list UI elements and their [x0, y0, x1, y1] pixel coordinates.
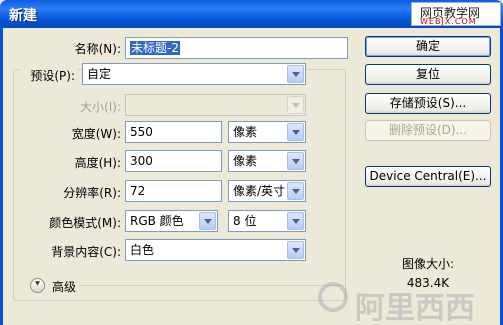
- watermark-logo-text: 阿里西西: [355, 291, 475, 325]
- width-value: 550: [130, 125, 153, 139]
- chevron-down-icon: [287, 96, 304, 114]
- chevron-down-icon: [287, 212, 304, 230]
- resolution-label: 分辨率(R):: [63, 186, 121, 200]
- preset-select[interactable]: 自定: [82, 63, 306, 85]
- bit-depth-select[interactable]: 8 位: [228, 210, 306, 232]
- color-mode-label: 颜色模式(M):: [49, 216, 121, 230]
- device-central-button[interactable]: Device Central(E)...: [365, 166, 491, 187]
- chevron-down-icon: [287, 65, 304, 83]
- name-input[interactable]: 未标题-2: [125, 37, 348, 59]
- title-bar: 新建 网页教学网 WEBJX.COM: [0, 0, 503, 28]
- advanced-divider: [80, 285, 345, 286]
- chevron-down-icon: [199, 212, 216, 230]
- advanced-toggle[interactable]: 高级: [52, 278, 76, 295]
- background-value: 白色: [130, 243, 155, 257]
- ok-button[interactable]: 确定: [365, 36, 491, 57]
- background-label: 背景内容(C):: [51, 245, 121, 259]
- preset-value: 自定: [87, 67, 112, 81]
- name-value: 未标题-2: [130, 41, 180, 55]
- chevron-double-down-icon[interactable]: ⯆: [30, 278, 45, 293]
- watermark-badge: 网页教学网 WEBJX.COM: [411, 2, 501, 26]
- chevron-down-icon: [287, 182, 304, 200]
- color-mode-select[interactable]: RGB 颜色: [125, 210, 218, 232]
- bit-depth-value: 8 位: [233, 214, 257, 228]
- chevron-down-icon: [287, 241, 304, 259]
- width-unit-value: 像素: [233, 125, 258, 139]
- width-unit-select[interactable]: 像素: [228, 121, 306, 143]
- preset-label: 预设(P):: [20, 67, 78, 84]
- chevron-down-icon: [287, 123, 304, 141]
- background-select[interactable]: 白色: [125, 239, 306, 261]
- height-input[interactable]: 300: [125, 150, 222, 172]
- height-value: 300: [130, 154, 153, 168]
- image-size-label: 图像大小:: [401, 257, 455, 271]
- save-preset-button[interactable]: 存储预设(S)...: [365, 93, 491, 114]
- window-title: 新建: [9, 8, 37, 24]
- size-label: 大小(I):: [80, 100, 121, 114]
- size-select: [125, 94, 306, 116]
- chevron-down-icon: [287, 152, 304, 170]
- resolution-input[interactable]: 72: [125, 180, 222, 202]
- watermark-line2: WEBJX.COM: [420, 17, 477, 26]
- resolution-unit-select[interactable]: 像素/英寸: [228, 180, 306, 202]
- resolution-value: 72: [130, 184, 146, 198]
- height-unit-value: 像素: [233, 154, 258, 168]
- width-label: 宽度(W):: [71, 127, 121, 141]
- watermark-logo-icon: [318, 282, 348, 312]
- color-mode-value: RGB 颜色: [130, 214, 184, 228]
- window-border-left: [0, 28, 3, 325]
- name-label: 名称(N):: [74, 42, 121, 56]
- delete-preset-button: 删除预设(D)...: [365, 120, 491, 141]
- height-label: 高度(H):: [74, 156, 121, 170]
- width-input[interactable]: 550: [125, 121, 222, 143]
- reset-button[interactable]: 复位: [365, 64, 491, 85]
- height-unit-select[interactable]: 像素: [228, 150, 306, 172]
- resolution-unit-value: 像素/英寸: [233, 184, 286, 198]
